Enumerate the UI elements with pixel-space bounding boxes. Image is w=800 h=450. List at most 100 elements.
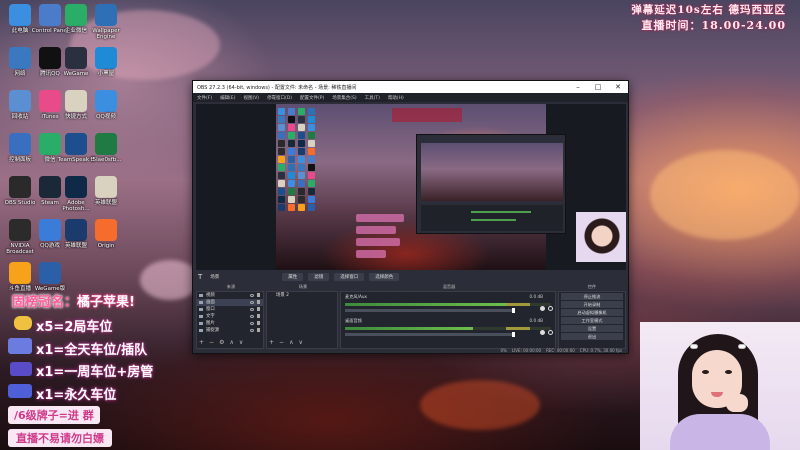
- gear-icon[interactable]: [548, 330, 553, 335]
- desktop-icon-label: Wallpaper Engine: [92, 28, 120, 41]
- speaker-icon[interactable]: [540, 330, 545, 335]
- preview-icon: [288, 124, 295, 131]
- preview-icon: [298, 188, 305, 195]
- remove-icon[interactable]: −: [279, 340, 284, 346]
- menu-help[interactable]: 帮助(H): [388, 95, 404, 101]
- mixer-track-desktop: 桌面音频 0.0 dB: [341, 316, 555, 340]
- properties-button[interactable]: 属性: [282, 273, 304, 281]
- hair-clip: [738, 344, 746, 349]
- close-icon[interactable]: ✕: [608, 81, 628, 93]
- source-item[interactable]: 场景 2: [267, 292, 337, 299]
- menu-scene-collection[interactable]: 场景集合(S): [332, 95, 356, 101]
- preview-icon: [288, 116, 295, 123]
- banner-line: x5=2局车位: [36, 320, 113, 335]
- menu-edit[interactable]: 编辑(E): [220, 95, 235, 101]
- preview-icon: [288, 196, 295, 203]
- obs-window[interactable]: OBS 27.2.3 (64-bit, windows) - 配置文件: 未命名…: [192, 80, 629, 354]
- mixer-dock: 麦克风/Aux 0.0 dB 桌面音频 0.0 dB: [340, 291, 556, 349]
- track-name: 麦克风/Aux: [345, 294, 367, 299]
- excel-icon: [95, 133, 117, 155]
- toolbar-t-icon: T: [198, 273, 203, 281]
- menu-file[interactable]: 文件(F): [197, 95, 212, 101]
- preview-icon: [298, 124, 305, 131]
- desktop-icon[interactable]: QQ视频: [84, 90, 128, 120]
- stop-stream-button[interactable]: 停止推流: [561, 293, 623, 300]
- up-icon[interactable]: ∧: [289, 340, 293, 346]
- obs-preview[interactable]: [196, 104, 626, 270]
- volume-slider[interactable]: [345, 332, 515, 337]
- preview-overlay-text: [392, 108, 462, 122]
- desktop-icon-label: 小黑屋: [97, 71, 115, 77]
- scene-item[interactable]: 图片: [197, 320, 263, 327]
- desktop-icon[interactable]: t5lae0sfb...: [84, 133, 128, 163]
- webcam-feed: [640, 322, 800, 450]
- overlay-schedule-text: 直播时间：18.00-24.00: [641, 19, 786, 32]
- gear-icon[interactable]: ⚙: [219, 340, 224, 346]
- scene-item[interactable]: 视频: [197, 292, 263, 299]
- preview-icon: [298, 180, 305, 187]
- studio-mode-button[interactable]: 工作室模式: [561, 317, 623, 324]
- minimize-icon[interactable]: –: [568, 81, 588, 93]
- pick-color-button[interactable]: 选择颜色: [369, 273, 400, 281]
- preview-icon: [308, 180, 315, 187]
- blossom-cluster: [140, 260, 200, 300]
- desktop-icon[interactable]: Wallpaper Engine: [84, 4, 128, 41]
- plane-icon: [8, 384, 32, 398]
- down-icon[interactable]: ∨: [239, 340, 243, 346]
- preview-icon: [308, 140, 315, 147]
- preview-icon: [278, 124, 285, 131]
- rocket-icon: [10, 362, 32, 376]
- preview-banner: [356, 214, 404, 222]
- gear-icon[interactable]: [548, 306, 553, 311]
- dock-headers: 来源 场景 混音器 控件: [196, 284, 626, 290]
- preview-icon: [278, 188, 285, 195]
- filters-button[interactable]: 滤镜: [308, 273, 330, 281]
- desktop-icon[interactable]: WeGame版: [28, 262, 72, 292]
- select-window-button[interactable]: 选择窗口: [334, 273, 365, 281]
- down-icon[interactable]: ∨: [298, 340, 302, 346]
- scene-item[interactable]: 文字: [197, 313, 263, 320]
- preview-icon: [298, 132, 305, 139]
- menu-view[interactable]: 视图(V): [243, 95, 259, 101]
- desktop-icon-label: t5lae0sfb...: [90, 157, 122, 163]
- menu-tools[interactable]: 工具(T): [365, 95, 380, 101]
- wegame-box-icon: [39, 262, 61, 284]
- preview-icon: [308, 148, 315, 155]
- menu-docks[interactable]: 停靠窗口(D): [267, 95, 292, 101]
- start-recording-button[interactable]: 开始录制: [561, 301, 623, 308]
- preview-nested-obs: [416, 134, 566, 234]
- track-db: 0.0 dB: [529, 294, 543, 299]
- desktop-icon[interactable]: 英雄联盟: [84, 176, 128, 206]
- remove-icon[interactable]: −: [209, 340, 214, 346]
- obs-titlebar[interactable]: OBS 27.2.3 (64-bit, windows) - 配置文件: 未命名…: [193, 81, 628, 93]
- banner-line: x1=全天车位/插队: [36, 343, 148, 358]
- preview-icon: [308, 204, 315, 211]
- maximize-icon[interactable]: □: [588, 81, 608, 93]
- desktop-icon[interactable]: 小黑屋: [84, 47, 128, 77]
- scene-item[interactable]: 窗口: [197, 306, 263, 313]
- add-icon[interactable]: +: [269, 340, 274, 346]
- wallpaper-engine-icon: [95, 4, 117, 26]
- menu-profile[interactable]: 配置文件(P): [300, 95, 324, 101]
- up-icon[interactable]: ∧: [229, 340, 233, 346]
- volume-slider[interactable]: [345, 308, 515, 313]
- no-freeload-text: 直播不易请勿白嫖: [16, 432, 104, 445]
- desktop-icon[interactable]: Origin: [84, 219, 128, 249]
- speaker-icon[interactable]: [540, 306, 545, 311]
- scene-item[interactable]: 捕捉源: [197, 327, 263, 334]
- sunset-glow: [650, 150, 800, 240]
- settings-button[interactable]: 设置: [561, 325, 623, 332]
- virtual-camera-button[interactable]: 启动虚拟摄像机: [561, 309, 623, 316]
- scene-item[interactable]: 画面: [197, 299, 263, 306]
- track-db: 0.0 dB: [529, 318, 543, 323]
- exit-button[interactable]: 退出: [561, 333, 623, 340]
- preview-icon: [308, 188, 315, 195]
- track-name: 桌面音频: [345, 318, 362, 323]
- preview-icon: [308, 172, 315, 179]
- preview-icon: [298, 116, 305, 123]
- preview-icon: [278, 140, 285, 147]
- obs-statusbar: 0% LIVE: 00:00:00 REC: 00:00:00 CPU: 0.7…: [196, 347, 626, 354]
- banner-line: x1=永久车位: [36, 388, 117, 403]
- add-icon[interactable]: +: [199, 340, 204, 346]
- preview-icon: [308, 156, 315, 163]
